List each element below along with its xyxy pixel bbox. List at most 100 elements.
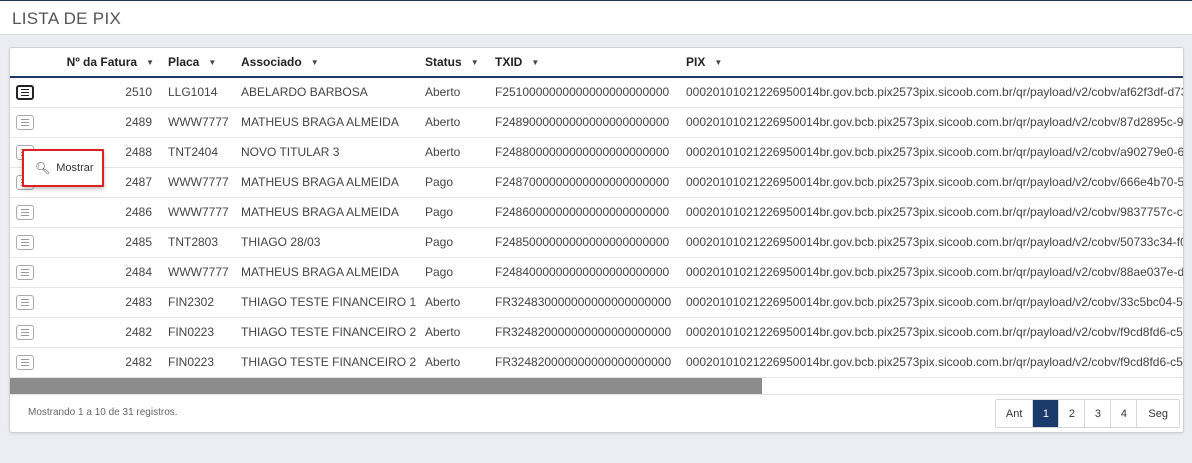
cell-pix: 00020101021226950014br.gov.bcb.pix2573pi… <box>680 77 1183 108</box>
cell-fatura: 2485 <box>48 227 162 258</box>
cell-txid: FR324820000000000000000000 <box>489 347 680 378</box>
cell-placa: LLG1014 <box>162 77 235 108</box>
column-header-txid[interactable]: TXID ▼ <box>489 48 680 78</box>
horizontal-scrollbar[interactable] <box>10 378 1183 394</box>
cell-txid: F2487000000000000000000000 <box>489 167 680 198</box>
cell-txid: F2484000000000000000000000 <box>489 257 680 288</box>
row-menu-icon[interactable] <box>16 354 34 370</box>
cell-txid: FR324830000000000000000000 <box>489 287 680 318</box>
cell-status: Pago <box>419 197 489 228</box>
cell-associado: THIAGO 28/03 <box>235 227 419 258</box>
cell-fatura: 2483 <box>48 287 162 318</box>
table-row[interactable]: 2485 TNT2803 THIAGO 28/03 Pago F248500000000… <box>10 227 1183 258</box>
table-body: 2510 LLG1014 ABELARDO BARBOSA Aberto F251000… <box>10 77 1183 378</box>
cell-placa: FIN0223 <box>162 347 235 378</box>
scrollbar-thumb[interactable] <box>10 378 762 394</box>
table-row[interactable]: 2487 WWW7777 MATHEUS BRAGA ALMEIDA Pago F248… <box>10 167 1183 198</box>
cell-status: Aberto <box>419 107 489 138</box>
table-container: Nº da Fatura ▼ Placa ▼ Associado ▼ Status ▼ … <box>10 48 1183 378</box>
show-menu-item[interactable]: Mostrar <box>56 162 93 174</box>
cell-pix: 00020101021226950014br.gov.bcb.pix2573pi… <box>680 137 1183 168</box>
cell-pix: 00020101021226950014br.gov.bcb.pix2573pi… <box>680 227 1183 258</box>
sort-caret-icon: ▼ <box>531 58 540 68</box>
row-menu-icon[interactable] <box>16 234 34 250</box>
table-row[interactable]: 2482 FIN0223 THIAGO TESTE FINANCEIRO 2 Aber… <box>10 347 1183 378</box>
next-page-button[interactable]: Seg <box>1136 400 1179 427</box>
table-row[interactable]: 2489 WWW7777 MATHEUS BRAGA ALMEIDA Aberto F2… <box>10 107 1183 138</box>
row-menu-icon[interactable] <box>16 114 34 130</box>
cell-associado: THIAGO TESTE FINANCEIRO 1 <box>235 287 419 318</box>
cell-txid: F2486000000000000000000000 <box>489 197 680 228</box>
row-menu-icon[interactable] <box>16 204 34 220</box>
cell-fatura: 2486 <box>48 197 162 228</box>
cell-pix: 00020101021226950014br.gov.bcb.pix2573pi… <box>680 317 1183 348</box>
row-menu-icon[interactable] <box>16 264 34 280</box>
cell-actions <box>10 227 48 258</box>
cell-status: Aberto <box>419 77 489 108</box>
row-action-menu[interactable]: 🔍︎ Mostrar <box>22 149 104 187</box>
cell-placa: WWW7777 <box>162 107 235 138</box>
table-row[interactable]: 2484 WWW7777 MATHEUS BRAGA ALMEIDA Pago F248… <box>10 257 1183 288</box>
page-header: LISTA DE PIX <box>0 1 1192 35</box>
cell-fatura: 2482 <box>48 347 162 378</box>
row-menu-icon[interactable] <box>16 84 34 100</box>
table-row[interactable]: 2488 TNT2404 NOVO TITULAR 3 Aberto F24880000… <box>10 137 1183 168</box>
cell-actions <box>10 317 48 348</box>
cell-associado: ABELARDO BARBOSA <box>235 77 419 108</box>
cell-placa: FIN0223 <box>162 317 235 348</box>
page-button-2[interactable]: 2 <box>1058 400 1085 427</box>
table-footer: Mostrando 1 a 10 de 31 registros. Ant 1 2 3… <box>10 394 1183 432</box>
column-header-placa[interactable]: Placa ▼ <box>162 48 235 78</box>
cell-pix: 00020101021226950014br.gov.bcb.pix2573pi… <box>680 197 1183 228</box>
column-header-associado[interactable]: Associado ▼ <box>235 48 419 78</box>
cell-status: Pago <box>419 257 489 288</box>
column-header-actions <box>10 48 48 78</box>
cell-placa: FIN2302 <box>162 287 235 318</box>
cell-status: Aberto <box>419 287 489 318</box>
page-button-4[interactable]: 4 <box>1110 400 1137 427</box>
cell-actions <box>10 347 48 378</box>
cell-associado: NOVO TITULAR 3 <box>235 137 419 168</box>
cell-actions <box>10 77 48 108</box>
cell-actions <box>10 197 48 228</box>
sort-caret-icon: ▼ <box>714 58 723 68</box>
cell-txid: F2489000000000000000000000 <box>489 107 680 138</box>
sort-caret-icon: ▼ <box>310 58 319 68</box>
cell-fatura: 2484 <box>48 257 162 288</box>
table-row[interactable]: 2483 FIN2302 THIAGO TESTE FINANCEIRO 1 Aber… <box>10 287 1183 318</box>
cell-associado: MATHEUS BRAGA ALMEIDA <box>235 197 419 228</box>
cell-associado: MATHEUS BRAGA ALMEIDA <box>235 257 419 288</box>
page-button-1[interactable]: 1 <box>1032 400 1059 427</box>
column-header-fatura[interactable]: Nº da Fatura ▼ <box>48 48 162 78</box>
cell-placa: WWW7777 <box>162 197 235 228</box>
pagination: Ant 1 2 3 4 Seg <box>994 399 1180 428</box>
cell-actions <box>10 287 48 318</box>
cell-txid: FR324820000000000000000000 <box>489 317 680 348</box>
sort-caret-icon: ▼ <box>146 58 154 68</box>
cell-pix: 00020101021226950014br.gov.bcb.pix2573pi… <box>680 257 1183 288</box>
cell-status: Aberto <box>419 317 489 348</box>
cell-actions <box>10 257 48 288</box>
cell-fatura: 2510 <box>48 77 162 108</box>
cell-associado: THIAGO TESTE FINANCEIRO 2 <box>235 347 419 378</box>
records-info: Mostrando 1 a 10 de 31 registros. <box>28 407 178 418</box>
cell-txid: F2510000000000000000000000 <box>489 77 680 108</box>
table-row[interactable]: 2486 WWW7777 MATHEUS BRAGA ALMEIDA Pago F248… <box>10 197 1183 228</box>
column-header-status[interactable]: Status ▼ <box>419 48 489 78</box>
page-button-3[interactable]: 3 <box>1084 400 1111 427</box>
table-row[interactable]: 2482 FIN0223 THIAGO TESTE FINANCEIRO 2 Aber… <box>10 317 1183 348</box>
page-title: LISTA DE PIX <box>12 9 122 28</box>
column-header-pix[interactable]: PIX ▼ <box>680 48 1183 78</box>
table-header-row: Nº da Fatura ▼ Placa ▼ Associado ▼ Status ▼ … <box>10 48 1183 78</box>
row-menu-icon[interactable] <box>16 294 34 310</box>
row-menu-icon[interactable] <box>16 324 34 340</box>
cell-associado: MATHEUS BRAGA ALMEIDA <box>235 107 419 138</box>
prev-page-button[interactable]: Ant <box>995 400 1033 427</box>
cell-placa: TNT2803 <box>162 227 235 258</box>
pix-table: Nº da Fatura ▼ Placa ▼ Associado ▼ Status ▼ … <box>10 48 1183 378</box>
cell-pix: 00020101021226950014br.gov.bcb.pix2573pi… <box>680 287 1183 318</box>
cell-placa: WWW7777 <box>162 167 235 198</box>
table-row[interactable]: 2510 LLG1014 ABELARDO BARBOSA Aberto F251000… <box>10 77 1183 108</box>
cell-txid: F2488000000000000000000000 <box>489 137 680 168</box>
cell-pix: 00020101021226950014br.gov.bcb.pix2573pi… <box>680 167 1183 198</box>
